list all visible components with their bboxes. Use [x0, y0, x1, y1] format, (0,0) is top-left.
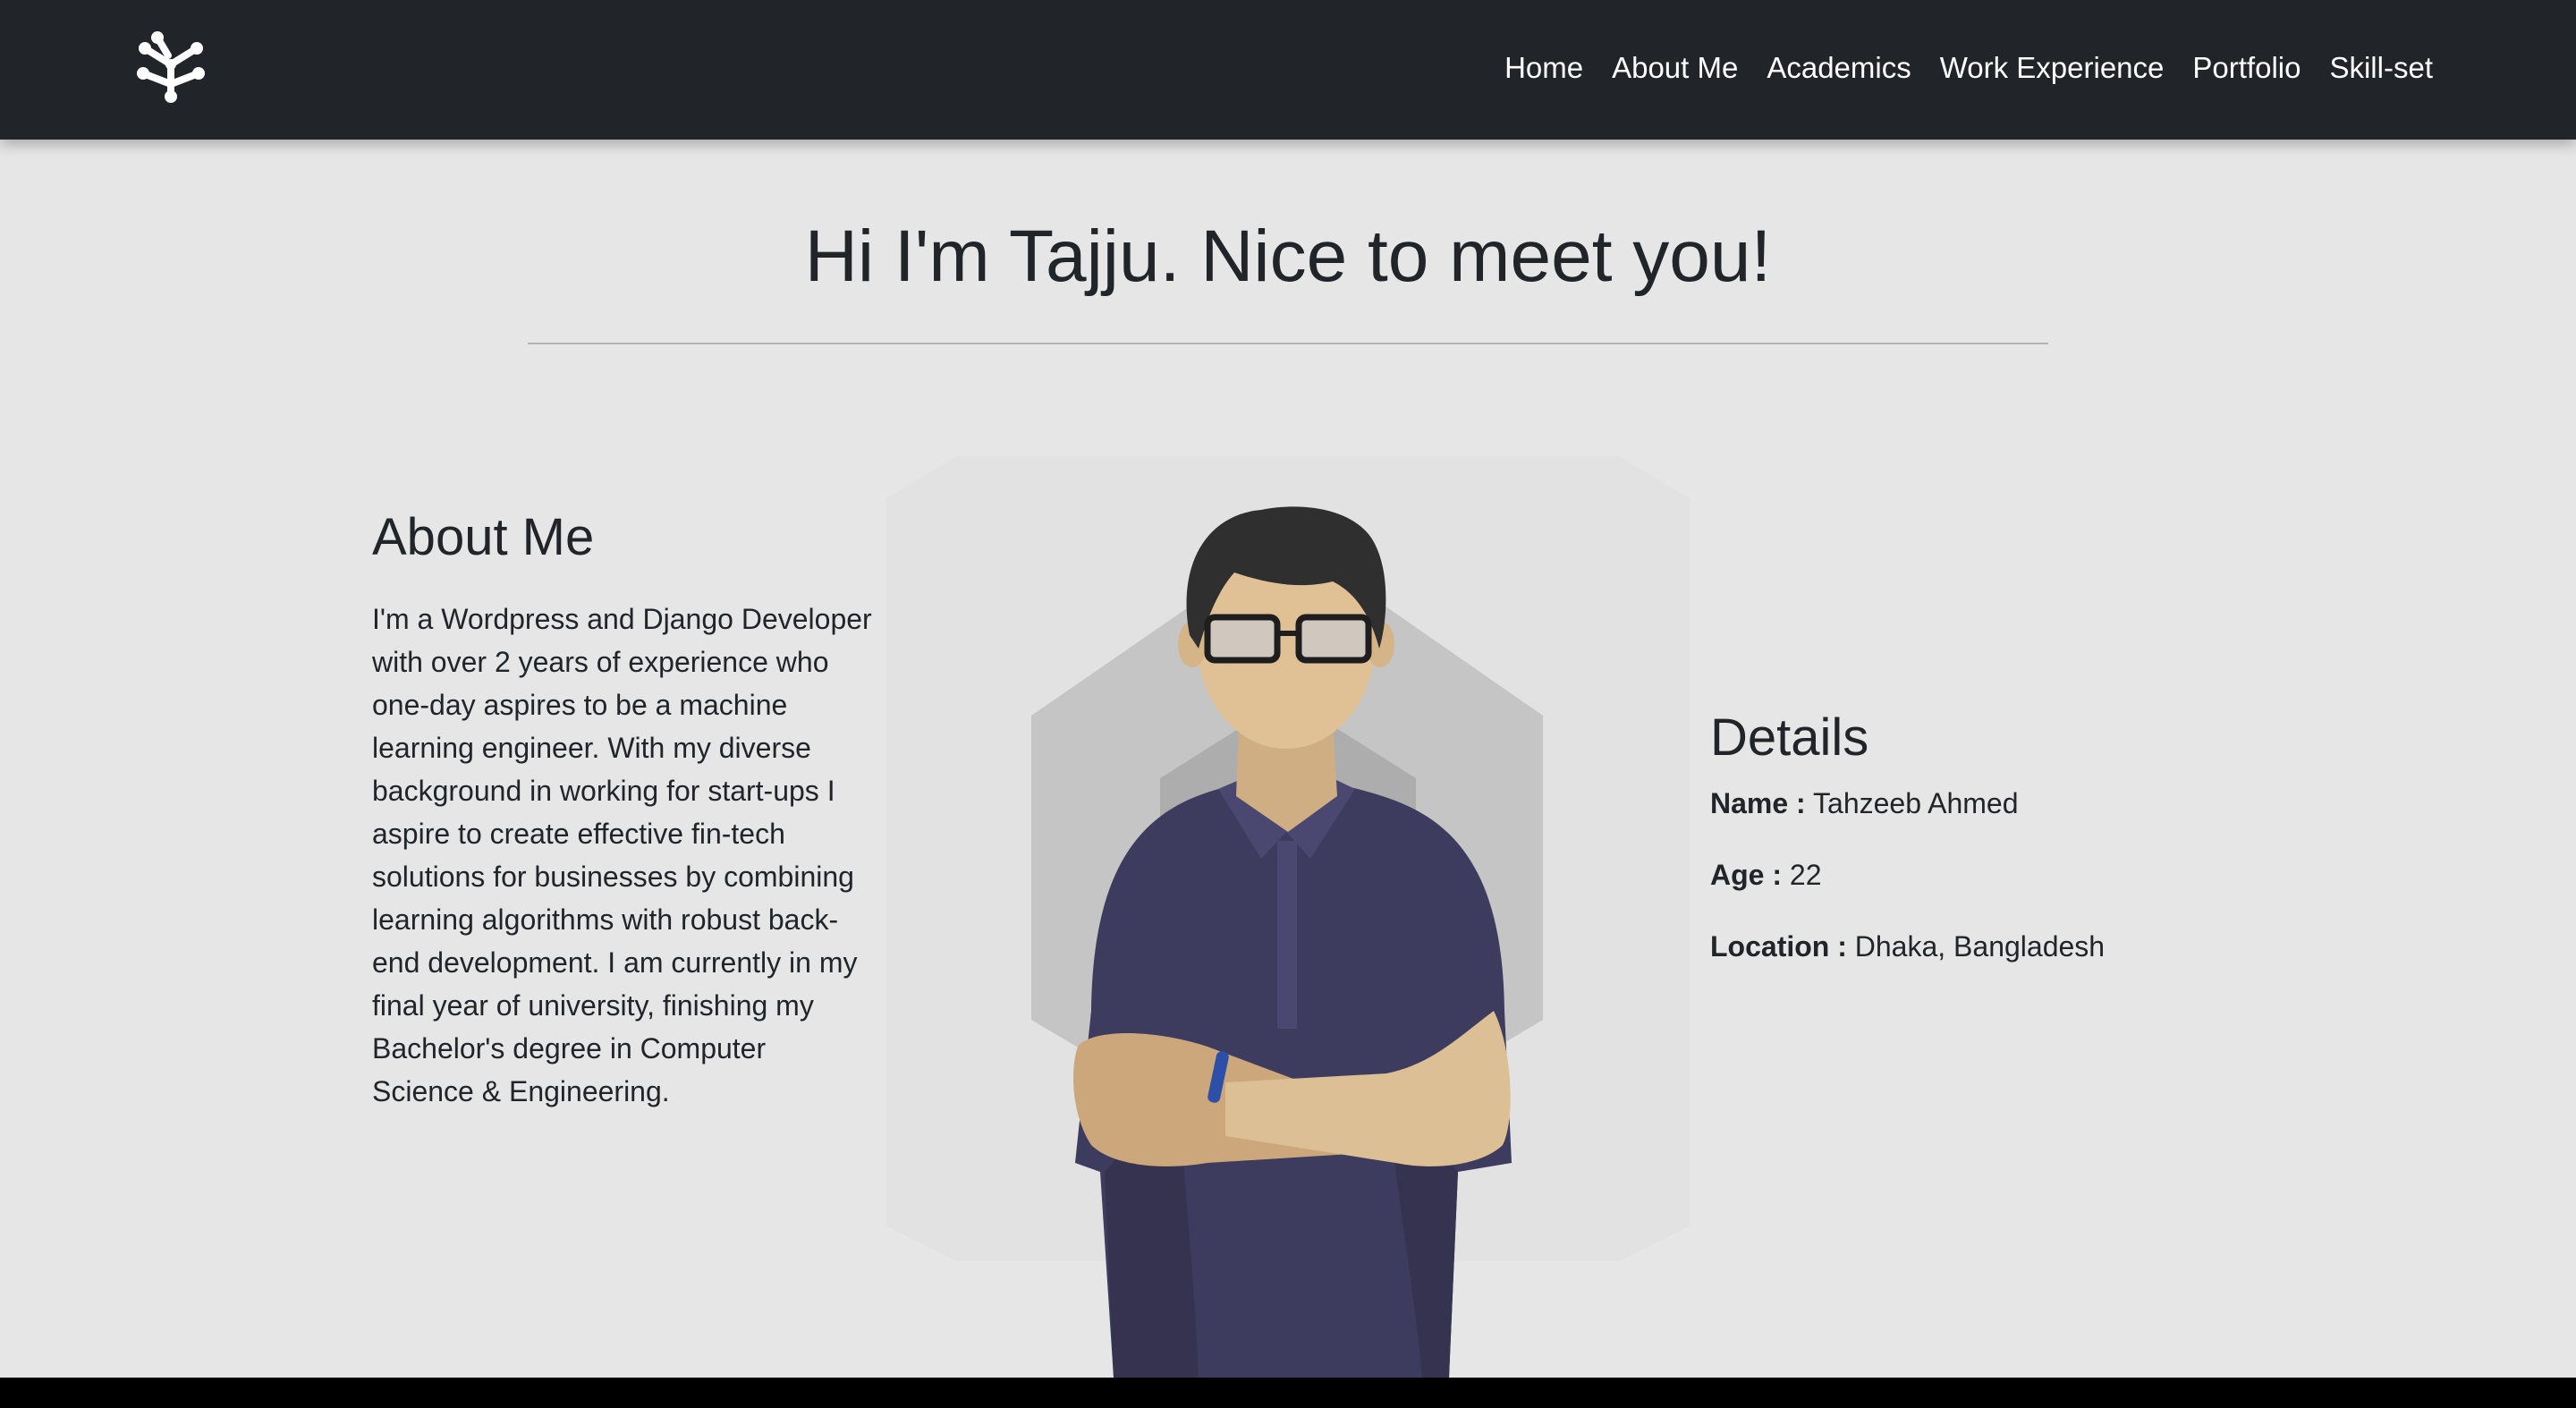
detail-age-value: 22	[1789, 859, 1822, 891]
nav-link-work-experience[interactable]: Work Experience	[1940, 47, 2165, 89]
title-divider	[528, 343, 2048, 344]
detail-age: Age : 22	[1710, 855, 1821, 895]
about-text: I'm a Wordpress and Django Developer wit…	[372, 603, 872, 1107]
detail-name-label: Name :	[1710, 787, 1806, 819]
footer-bar	[0, 1378, 2576, 1408]
detail-name: Name : Tahzeeb Ahmed	[1710, 784, 2019, 823]
nav-link-academics[interactable]: Academics	[1767, 47, 1911, 89]
detail-age-label: Age :	[1710, 859, 1782, 891]
network-tree-icon[interactable]	[132, 29, 209, 106]
nav-link-portfolio[interactable]: Portfolio	[2192, 47, 2301, 89]
nav-links: Home About Me Academics Work Experience …	[1504, 47, 2433, 89]
detail-location-label: Location :	[1710, 930, 1847, 963]
nav-link-skill-set[interactable]: Skill-set	[2329, 47, 2433, 89]
nav-link-home[interactable]: Home	[1504, 47, 1583, 89]
detail-location: Location : Dhaka, Bangladesh	[1710, 927, 2105, 966]
page-title: Hi I'm Tajju. Nice to meet you!	[804, 216, 1772, 297]
detail-name-value: Tahzeeb Ahmed	[1813, 787, 2019, 819]
details-heading: Details	[1710, 708, 1869, 767]
developer-avatar-illustration	[886, 456, 1690, 1378]
navbar: Home About Me Academics Work Experience …	[0, 0, 2576, 140]
detail-location-value: Dhaka, Bangladesh	[1854, 930, 2106, 963]
nav-link-about-me[interactable]: About Me	[1612, 47, 1738, 89]
about-heading: About Me	[372, 508, 595, 566]
